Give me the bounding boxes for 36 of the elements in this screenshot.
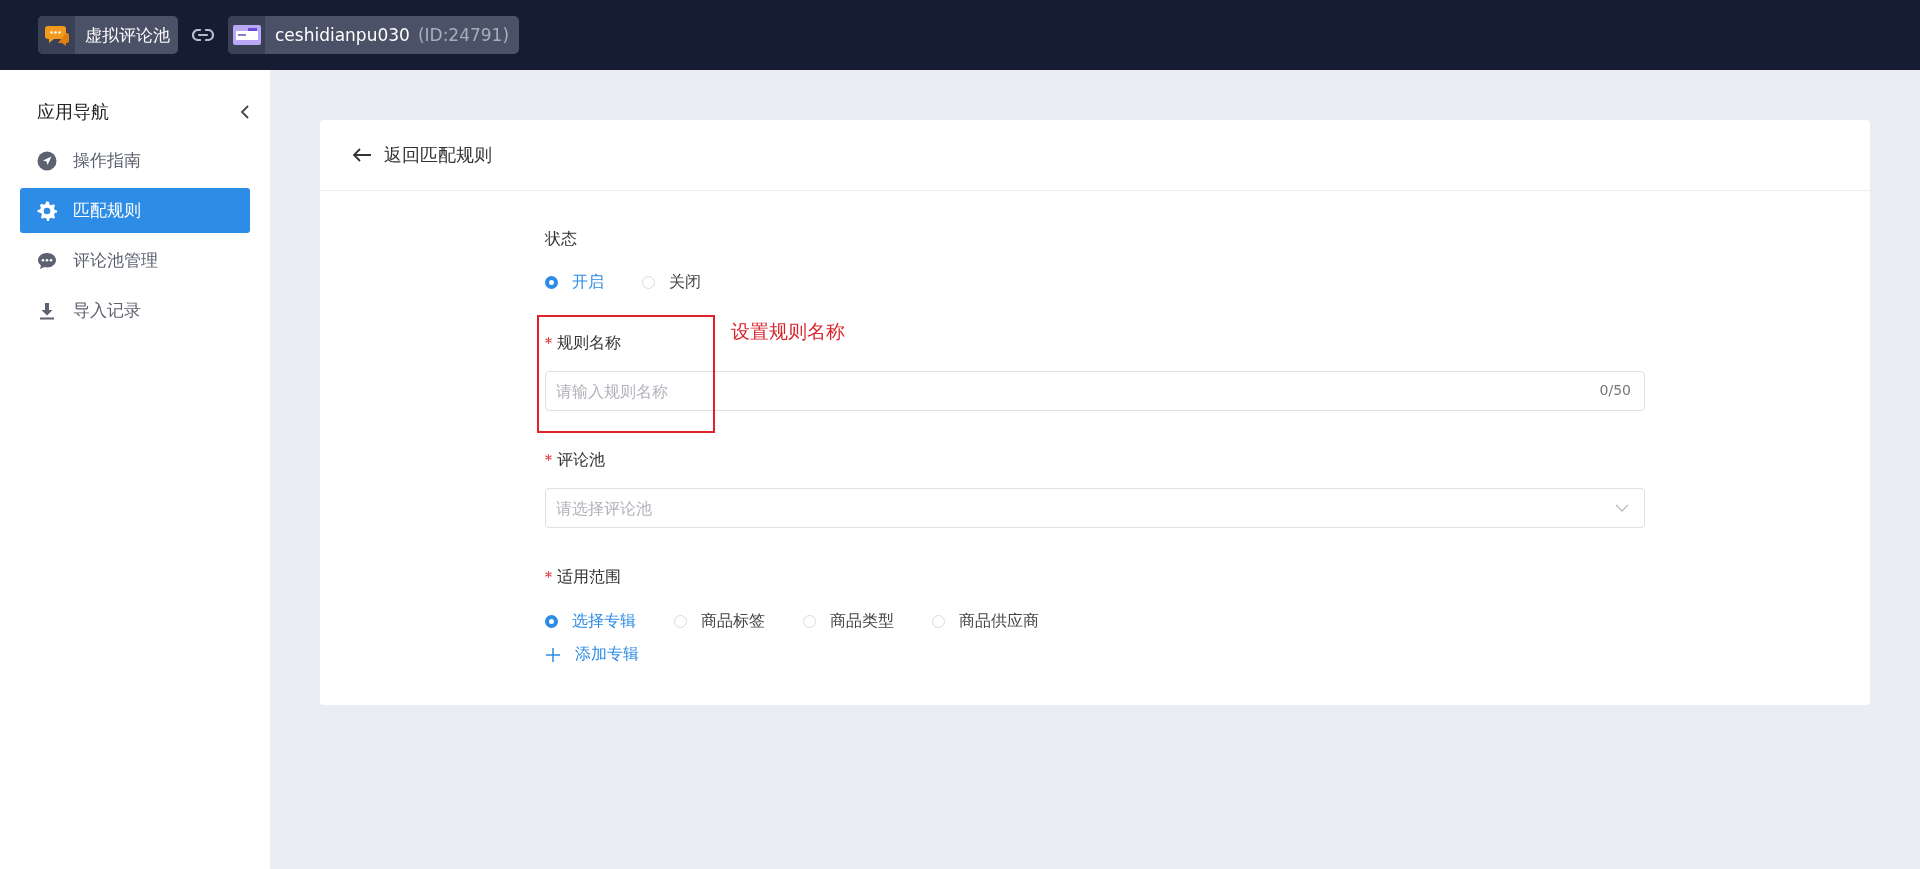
sidebar-item[interactable]: 评论池管理 [20, 238, 250, 283]
shop-chip[interactable]: ceshidianpu030 (ID:24791) [228, 16, 520, 54]
radio-option[interactable]: 商品类型 [803, 609, 894, 633]
chat-bubble-icon [44, 24, 69, 46]
field-label: 状态 [545, 228, 577, 250]
app-name: 虚拟评论池 [84, 23, 171, 47]
back-link[interactable]: 返回匹配规则 [352, 143, 492, 167]
field-label: 评论池 [557, 449, 605, 471]
navigation-icon [37, 150, 57, 171]
store-card-icon [232, 25, 261, 45]
radio-option[interactable]: 开启 [545, 270, 604, 294]
field-label: 适用范围 [557, 566, 621, 588]
shop-name: ceshidianpu030 [274, 25, 411, 45]
annotation-text: 设置规则名称 [731, 319, 845, 344]
back-arrow-icon [352, 147, 372, 163]
collapse-icon[interactable] [240, 104, 250, 120]
shop-id: (ID:24791) [417, 25, 511, 45]
plus-icon [545, 646, 561, 663]
app-chip[interactable]: 虚拟评论池 [38, 16, 178, 54]
sidebar-item[interactable]: 操作指南 [20, 138, 250, 183]
chat-icon [37, 250, 57, 271]
radio-option[interactable]: 关闭 [642, 270, 701, 294]
link-icon [192, 29, 214, 41]
sidebar-title: 应用导航 [37, 100, 109, 124]
download-icon [37, 300, 57, 321]
character-counter: 0/50 [1599, 382, 1631, 398]
comment-pool-select[interactable]: 请选择评论池 [545, 488, 1645, 528]
sidebar-item[interactable]: 导入记录 [20, 288, 250, 333]
field-label: 规则名称 [557, 332, 621, 354]
sidebar-item[interactable]: 匹配规则 [20, 188, 250, 233]
settings-icon [37, 200, 57, 221]
radio-option[interactable]: 商品标签 [674, 609, 765, 633]
add-album-link[interactable]: 添加专辑 [545, 644, 639, 665]
radio-option[interactable]: 选择专辑 [545, 609, 636, 633]
radio-option[interactable]: 商品供应商 [932, 609, 1039, 633]
chevron-down-icon [1615, 504, 1629, 512]
